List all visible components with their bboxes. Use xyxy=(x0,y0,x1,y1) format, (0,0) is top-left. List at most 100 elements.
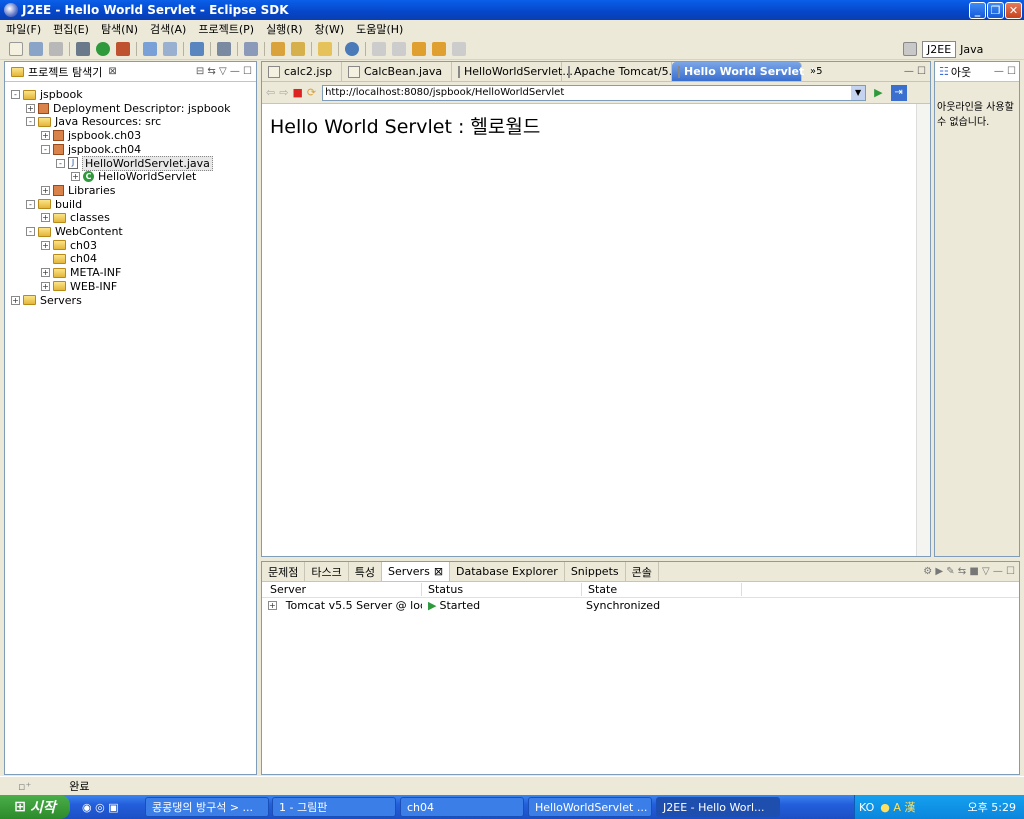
forward-arrow-icon[interactable]: ⇨ xyxy=(279,86,288,99)
external-tools-icon[interactable] xyxy=(116,41,130,56)
close-icon[interactable]: ⊠ xyxy=(434,565,443,578)
expand-icon[interactable]: + xyxy=(71,172,80,182)
tree-item[interactable]: - build xyxy=(26,198,82,211)
outline-view-controls[interactable]: — ☐ xyxy=(994,66,1019,77)
tree-item[interactable]: + jspbook.ch03 xyxy=(41,129,141,142)
new-server-icon[interactable] xyxy=(143,41,157,56)
open-external-icon[interactable]: ⇥ xyxy=(890,84,907,101)
tree-item[interactable]: - jspbook.ch04 xyxy=(41,143,141,156)
task-java[interactable]: HelloWorldServlet ... xyxy=(528,797,652,817)
url-input[interactable]: http://localhost:8080/jspbook/HelloWorld… xyxy=(322,84,867,101)
open-icon[interactable] xyxy=(271,41,285,56)
tree-item[interactable]: - Java Resources: src xyxy=(26,115,161,128)
back-arrow-icon[interactable]: ⇦ xyxy=(266,86,275,99)
browser-scrollbar[interactable] xyxy=(916,104,930,556)
start-button[interactable]: ⊞ 시작 xyxy=(0,795,70,819)
tree-item[interactable]: - jspbook xyxy=(11,88,83,101)
language-indicator[interactable]: KO xyxy=(859,801,874,814)
menu-navigate[interactable]: 탐색(N) xyxy=(95,21,144,37)
editor-tab[interactable]: Apache Tomcat/5.5... xyxy=(562,62,690,81)
collapse-icon[interactable]: - xyxy=(26,117,35,127)
tree-item[interactable]: ch04 xyxy=(41,252,97,265)
collapse-icon[interactable]: - xyxy=(11,90,20,99)
servers-toolbar[interactable]: ⚙ ▶ ✎ ⇆ ■ ▽ — ☐ xyxy=(923,566,1019,577)
perspective-java[interactable]: Java xyxy=(956,42,987,57)
column-server[interactable]: Server xyxy=(262,583,422,596)
collapse-icon[interactable]: - xyxy=(26,199,35,209)
task-folder[interactable]: ch04 xyxy=(400,797,524,817)
stop-icon[interactable]: ■ xyxy=(292,86,302,99)
explorer-view-controls[interactable]: ⊟ ⇆ ▽ — ☐ xyxy=(196,66,256,77)
fast-view-icon[interactable]: ▫⁺ xyxy=(18,780,31,793)
collapse-icon[interactable]: - xyxy=(26,227,35,236)
menu-edit[interactable]: 편집(E) xyxy=(47,21,95,37)
tree-item[interactable]: + WEB-INF xyxy=(41,280,117,293)
tree-item[interactable]: + C HelloWorldServlet xyxy=(71,170,196,183)
expand-icon[interactable]: + xyxy=(41,240,50,250)
tree-item[interactable]: + ch03 xyxy=(41,239,97,252)
bottom-tab[interactable]: Servers ⊠ xyxy=(382,562,451,581)
prev-annotation-icon[interactable] xyxy=(392,41,406,56)
tab-project-explorer[interactable]: 프로젝트 탐색기 ⊠ xyxy=(5,62,123,81)
editor-tab[interactable]: Hello World Servlet ✕ xyxy=(672,62,819,81)
tree-item[interactable]: + Deployment Descriptor: jspbook xyxy=(26,102,231,115)
new-icon[interactable] xyxy=(9,41,23,56)
expand-icon[interactable]: + xyxy=(41,185,50,195)
back-icon[interactable] xyxy=(432,41,446,56)
build-icon[interactable] xyxy=(190,41,204,56)
bottom-tab[interactable]: 특성 xyxy=(349,562,382,581)
bottom-tab[interactable]: 문제점 xyxy=(262,562,306,581)
perspective-j2ee[interactable]: J2EE xyxy=(922,40,957,58)
deploy-icon[interactable] xyxy=(217,41,231,56)
expand-icon[interactable]: + xyxy=(11,295,20,305)
expand-icon[interactable]: + xyxy=(41,268,50,278)
menu-run[interactable]: 실행(R) xyxy=(260,21,308,37)
menu-window[interactable]: 창(W) xyxy=(309,21,351,37)
open-perspective-icon[interactable] xyxy=(903,42,917,56)
task-eclipse[interactable]: J2EE - Hello Worl... xyxy=(656,797,780,817)
menu-help[interactable]: 도움말(H) xyxy=(350,21,409,37)
globe-icon[interactable] xyxy=(345,41,359,56)
last-edit-icon[interactable] xyxy=(412,41,426,56)
expand-icon[interactable]: + xyxy=(41,131,50,141)
open-type-icon[interactable] xyxy=(244,41,258,56)
tree-item[interactable]: - J HelloWorldServlet.java xyxy=(56,155,213,171)
tree-item[interactable]: + META-INF xyxy=(41,266,121,279)
menu-file[interactable]: 파일(F) xyxy=(0,21,47,37)
pen-icon[interactable] xyxy=(291,41,305,56)
tree-item[interactable]: - WebContent xyxy=(26,225,123,238)
tab-overflow[interactable]: »5 xyxy=(810,66,822,77)
editor-tab[interactable]: calc2.jsp xyxy=(262,62,342,81)
quick-launch-icons[interactable]: ◉ ◎ ▣ xyxy=(82,801,119,814)
tab-outline[interactable]: ☷ 아웃 xyxy=(935,62,975,81)
bottom-tab[interactable]: Database Explorer xyxy=(450,562,565,581)
refresh-icon[interactable]: ⟳ xyxy=(307,86,316,99)
editor-tab[interactable]: CalcBean.java xyxy=(342,62,452,81)
expand-icon[interactable]: + xyxy=(41,213,50,223)
menu-project[interactable]: 프로젝트(P) xyxy=(192,21,260,37)
next-annotation-icon[interactable] xyxy=(372,41,386,56)
debug-icon[interactable] xyxy=(76,41,90,56)
tree-item[interactable]: + Libraries xyxy=(41,184,116,197)
task-browser[interactable]: 콩콩댕의 방구석 > ... xyxy=(145,797,269,817)
forward-icon[interactable] xyxy=(452,41,466,56)
folder-icon[interactable] xyxy=(318,41,332,56)
bottom-tab[interactable]: 타스크 xyxy=(305,562,349,581)
ime-icon[interactable]: ● A 漢 xyxy=(880,799,915,815)
table-row[interactable]: + Tomcat v5.5 Server @ local ▶ Started S… xyxy=(262,598,1019,613)
column-status[interactable]: Status xyxy=(422,583,582,596)
close-icon[interactable]: ⊠ xyxy=(108,66,116,77)
expand-icon[interactable]: + xyxy=(41,281,50,291)
menu-search[interactable]: 검색(A) xyxy=(144,21,192,37)
save-icon[interactable] xyxy=(29,41,43,56)
column-state[interactable]: State xyxy=(582,583,742,596)
run-icon[interactable] xyxy=(96,41,110,56)
bottom-tab[interactable]: 콘솔 xyxy=(626,562,659,581)
editor-view-controls[interactable]: — ☐ xyxy=(904,66,930,77)
minimize-button[interactable]: _ xyxy=(969,2,986,19)
task-paint[interactable]: 1 - 그림판 xyxy=(272,797,396,817)
editor-tab[interactable]: HelloWorldServlet... xyxy=(452,62,573,81)
new-web-icon[interactable] xyxy=(163,41,177,56)
close-button[interactable]: ✕ xyxy=(1005,2,1022,19)
expand-icon[interactable]: + xyxy=(268,601,277,610)
